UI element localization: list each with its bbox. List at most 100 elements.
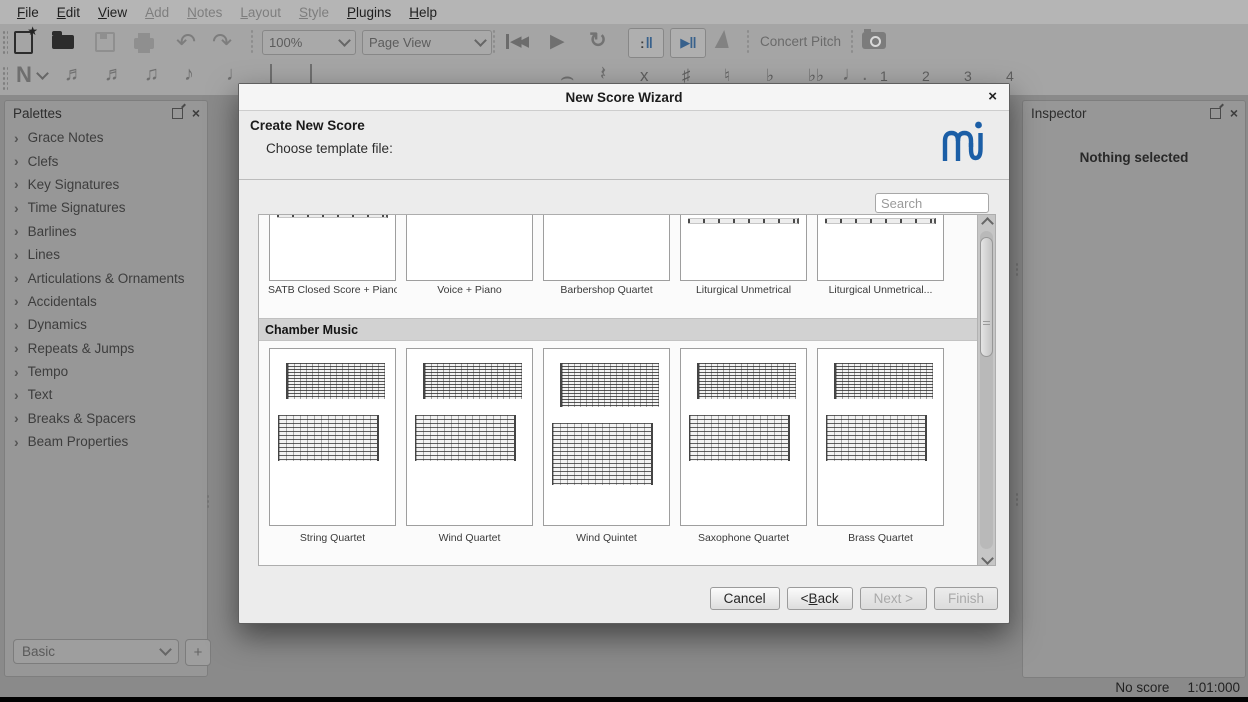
toolbar-separator: [492, 29, 496, 55]
menu-view[interactable]: View: [89, 2, 136, 23]
voice-1-button[interactable]: 1: [880, 68, 888, 84]
menu-layout[interactable]: Layout: [231, 2, 290, 23]
palette-item-clefs[interactable]: ›Clefs: [5, 149, 207, 172]
voice-4-button[interactable]: 4: [1006, 68, 1014, 84]
voice-3-button[interactable]: 3: [964, 68, 972, 84]
menu-style[interactable]: Style: [290, 2, 338, 23]
toolbar-drag-handle[interactable]: [2, 30, 8, 54]
note-64th-button[interactable]: ♬: [64, 63, 84, 86]
dialog-separator: [239, 179, 1009, 180]
splitter-handle[interactable]: [1015, 492, 1019, 508]
staff-lines: [825, 218, 936, 224]
template-search-input[interactable]: [875, 193, 989, 213]
scrollbar-thumb[interactable]: [980, 237, 993, 357]
splitter-handle[interactable]: [1015, 262, 1019, 278]
view-mode-combobox[interactable]: Page View: [362, 30, 492, 55]
palette-item-dynamics[interactable]: ›Dynamics: [5, 313, 207, 336]
voice-2-button[interactable]: 2: [922, 68, 930, 84]
palette-item-beam-properties[interactable]: ›Beam Properties: [5, 430, 207, 453]
staff-system: [286, 363, 385, 399]
play-button[interactable]: ▶: [550, 32, 565, 51]
palette-item-breaks-spacers[interactable]: ›Breaks & Spacers: [5, 407, 207, 430]
note-half-button[interactable]: [270, 62, 272, 84]
palette-item-time-signatures[interactable]: ›Time Signatures: [5, 196, 207, 219]
palette-item-key-signatures[interactable]: ›Key Signatures: [5, 173, 207, 196]
template-card-voice-piano[interactable]: [406, 214, 533, 281]
scroll-down-icon[interactable]: [982, 554, 991, 563]
note-16th-button[interactable]: ♫: [144, 63, 159, 86]
palette-item-label: Articulations & Ornaments: [28, 271, 185, 286]
chevron-down-icon: [36, 67, 49, 80]
template-card-liturgical-unmetrical[interactable]: [817, 214, 944, 281]
zoom-combobox[interactable]: 100%: [262, 30, 356, 55]
menu-file[interactable]: File: [8, 2, 48, 23]
splitter-handle[interactable]: [206, 494, 210, 510]
note-whole-button[interactable]: [310, 62, 312, 84]
staff-lines: [688, 218, 799, 224]
print-button[interactable]: [134, 32, 154, 49]
scroll-up-icon[interactable]: [982, 219, 991, 228]
concert-pitch-button[interactable]: Concert Pitch: [760, 34, 841, 49]
play-repeats-toggle[interactable]: :‖: [628, 28, 664, 58]
save-button[interactable]: [95, 32, 115, 52]
cancel-button[interactable]: Cancel: [710, 587, 780, 610]
loop-playback-button[interactable]: ↻: [589, 30, 607, 51]
metronome-icon: [715, 30, 732, 48]
palette-item-repeats-jumps[interactable]: ›Repeats & Jumps: [5, 337, 207, 360]
staff-system: [689, 415, 790, 461]
menu-notes[interactable]: Notes: [178, 2, 231, 23]
palette-item-articulations-ornaments[interactable]: › Articulations & Ornaments: [5, 266, 207, 289]
palette-item-text[interactable]: ›Text: [5, 383, 207, 406]
palette-item-accidentals[interactable]: ›Accidentals: [5, 290, 207, 313]
template-card-satb-closed-score-piano[interactable]: [269, 214, 396, 281]
menu-help[interactable]: Help: [400, 2, 446, 23]
image-capture-button[interactable]: [862, 32, 886, 49]
back-button[interactable]: < Back: [787, 587, 853, 610]
template-card-saxophone-quartet[interactable]: [680, 348, 807, 526]
float-panel-icon[interactable]: [1210, 108, 1221, 119]
menu-edit[interactable]: Edit: [48, 2, 89, 23]
redo-button[interactable]: ↷: [212, 28, 232, 57]
rewind-button[interactable]: ◀◀: [506, 34, 525, 49]
toolbar-drag-handle[interactable]: [2, 66, 8, 90]
template-card-wind-quartet[interactable]: [406, 348, 533, 526]
musescore-logo: [941, 117, 983, 170]
close-panel-icon[interactable]: ×: [192, 107, 200, 119]
dialog-titlebar[interactable]: New Score Wizard ×: [239, 84, 1009, 111]
palette-item-label: Lines: [28, 247, 60, 262]
template-scrollbar[interactable]: [977, 215, 995, 565]
add-workspace-button[interactable]: +: [185, 639, 211, 666]
workspace-combobox[interactable]: Basic: [13, 639, 179, 664]
note-32nd-button[interactable]: ♬: [104, 63, 124, 86]
menu-plugins[interactable]: Plugins: [338, 2, 400, 23]
toolbar-separator: [746, 29, 750, 55]
chevron-right-icon: ›: [14, 270, 19, 286]
chevron-right-icon: ›: [14, 410, 19, 426]
close-panel-icon[interactable]: ×: [1230, 107, 1238, 119]
palette-item-grace-notes[interactable]: ›Grace Notes: [5, 126, 207, 149]
template-card-string-quartet[interactable]: [269, 348, 396, 526]
template-card-brass-quartet[interactable]: [817, 348, 944, 526]
open-file-button[interactable]: [52, 31, 74, 49]
chevron-right-icon: ›: [14, 364, 19, 380]
palette-item-barlines[interactable]: ›Barlines: [5, 220, 207, 243]
menu-add[interactable]: Add: [136, 2, 178, 23]
template-label: Saxophone Quartet: [679, 532, 808, 544]
palette-item-tempo[interactable]: ›Tempo: [5, 360, 207, 383]
zoom-value: 100%: [269, 35, 302, 50]
float-panel-icon[interactable]: [172, 108, 183, 119]
pan-score-toggle[interactable]: ▶‖: [670, 28, 706, 58]
template-card-barbershop-quartet[interactable]: [543, 214, 670, 281]
template-card-wind-quintet[interactable]: [543, 348, 670, 526]
new-score-button[interactable]: ★: [14, 31, 33, 54]
note-eighth-button[interactable]: ♪: [184, 63, 194, 86]
template-card-liturgical-unmetrical[interactable]: [680, 214, 807, 281]
note-32nd-icon: ♬: [104, 63, 124, 86]
palette-item-label: Repeats & Jumps: [28, 341, 135, 356]
undo-button[interactable]: ↶: [176, 28, 196, 57]
palette-list: ›Grace Notes›Clefs›Key Signatures›Time S…: [5, 126, 207, 453]
palette-item-lines[interactable]: ›Lines: [5, 243, 207, 266]
metronome-button[interactable]: [716, 30, 730, 48]
note-input-button[interactable]: N: [16, 62, 47, 88]
dialog-close-icon[interactable]: ×: [988, 88, 997, 105]
